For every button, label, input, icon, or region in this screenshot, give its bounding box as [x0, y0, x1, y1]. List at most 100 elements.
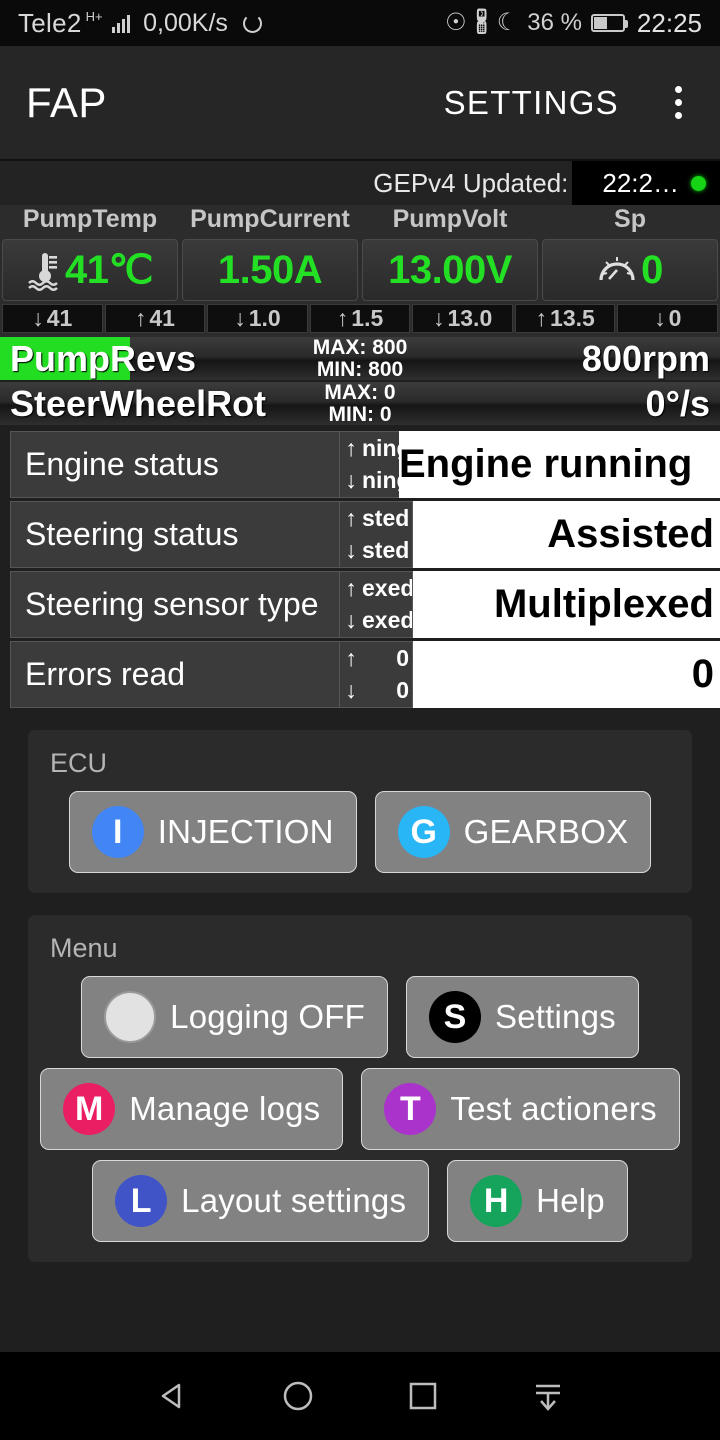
status-bar-right: ☉ 🖁 ☾ 36 % 22:25 — [445, 8, 702, 39]
bar-min-value: MIN: 800 — [316, 357, 404, 380]
settings-button[interactable]: S Settings — [405, 976, 639, 1058]
hide-navbar-icon[interactable] — [528, 1376, 568, 1416]
injection-button[interactable]: I INJECTION — [68, 791, 357, 873]
down-arrow-icon: ↓ — [654, 305, 666, 331]
network-speed-label: 0,00K/s — [143, 8, 228, 37]
gauge-min: ↓ 0 — [617, 304, 719, 333]
test-actioners-label: Test actioners — [450, 1090, 657, 1127]
menu-button-row-3: L Layout settings H Help — [44, 1160, 676, 1242]
menu-button-row-1: Logging OFF S Settings — [44, 976, 676, 1058]
gauge-cell-pumpvolt[interactable]: 13.00V — [362, 239, 538, 301]
connection-status-led-icon — [691, 175, 706, 191]
status-bar: Tele2 H+ 0,00K/s ☉ 🖁 ☾ 36 % 22:25 — [0, 0, 720, 46]
status-label: Steering status — [10, 501, 340, 568]
android-nav-bar — [0, 1352, 720, 1440]
status-minmax: ↑ sted ↓ sted — [340, 501, 413, 568]
recents-icon[interactable] — [403, 1376, 443, 1416]
signal-strength-icon — [111, 13, 131, 33]
layout-settings-button[interactable]: L Layout settings — [92, 1160, 430, 1242]
status-table: Engine status ↑ ning ↓ ning Engine running… — [0, 427, 720, 708]
up-arrow-icon: ↑ — [345, 574, 357, 601]
layout-settings-label: Layout settings — [181, 1182, 407, 1219]
status-min-value: exed — [362, 607, 413, 634]
home-icon[interactable] — [278, 1376, 318, 1416]
bar-label: SteerWheelRot — [10, 382, 267, 424]
gauge-value: 0 — [641, 247, 663, 292]
status-label: Steering sensor type — [10, 571, 340, 638]
page-title: FAP — [26, 78, 107, 126]
up-arrow-icon: ↑ — [345, 504, 357, 531]
help-button[interactable]: H Help — [447, 1160, 628, 1242]
clock-label: 22:25 — [636, 7, 702, 38]
gauge-value: 41℃ — [65, 248, 153, 292]
down-arrow-icon: ↓ — [345, 537, 357, 564]
gauge-max-value: 13.5 — [550, 305, 595, 331]
manage-logs-badge-icon: M — [63, 1083, 116, 1135]
gauge-name: PumpVolt — [392, 205, 508, 233]
gauge-value: 1.50A — [217, 247, 323, 292]
updated-label: GEPv4 Updated: — [373, 167, 569, 198]
status-max-value: exed — [362, 574, 413, 601]
status-bar-left: Tele2 H+ 0,00K/s — [18, 8, 262, 39]
bar-rows: PumpRevs MAX: 800 MIN: 800 800rpm SteerW… — [0, 337, 720, 425]
table-row[interactable]: Steering status ↑ sted ↓ sted Assisted — [0, 501, 720, 568]
up-arrow-icon: ↑ — [345, 434, 357, 461]
bar-row-pumprevs[interactable]: PumpRevs MAX: 800 MIN: 800 800rpm — [0, 337, 720, 380]
layout-settings-badge-icon: L — [115, 1175, 168, 1227]
gauge-cell-pumptemp[interactable]: 41℃ — [2, 239, 178, 301]
settings-action-button[interactable]: SETTINGS — [444, 84, 619, 122]
phone-screen: Tele2 H+ 0,00K/s ☉ 🖁 ☾ 36 % 22:25 FAP SE… — [0, 0, 720, 1440]
bar-row-steerwheelrot[interactable]: SteerWheelRot MAX: 0 MIN: 0 0°/s — [0, 382, 720, 425]
status-value: Engine running — [399, 431, 720, 498]
gauge-min: ↓ 41 — [2, 304, 103, 333]
table-row[interactable]: Errors read ↑ 0 ↓ 0 0 — [0, 641, 720, 708]
gauge-cell-speed[interactable]: 0 — [542, 239, 718, 301]
table-row[interactable]: Engine status ↑ ning ↓ ning Engine running — [0, 431, 720, 498]
gauge-name: PumpCurrent — [190, 205, 350, 233]
back-icon[interactable] — [153, 1376, 193, 1416]
gearbox-button[interactable]: G GEARBOX — [374, 791, 652, 873]
network-type-label: H+ — [85, 8, 103, 24]
up-arrow-icon: ↑ — [336, 305, 349, 331]
gauge-max: ↑ 1.5 — [309, 304, 411, 333]
test-actioners-button[interactable]: T Test actioners — [361, 1068, 680, 1150]
bar-max-value: MAX: 800 — [312, 337, 408, 360]
status-max-value: 0 — [396, 644, 409, 671]
logging-toggle-button[interactable]: Logging OFF — [81, 976, 388, 1058]
updated-strip: GEPv4 Updated: 22:2… — [0, 161, 720, 205]
updated-time-value: 22:2… — [602, 167, 679, 198]
gearbox-badge-icon: G — [397, 806, 450, 858]
bar-value: 800rpm — [581, 337, 710, 379]
gauge-min: ↓ 1.0 — [207, 304, 308, 333]
status-value: Multiplexed — [413, 571, 720, 638]
gauge-cell-pumpcurrent[interactable]: 1.50A — [182, 239, 358, 301]
down-arrow-icon: ↓ — [432, 305, 445, 331]
gauge-min-value: 41 — [46, 305, 73, 331]
gearbox-button-label: GEARBOX — [463, 813, 629, 850]
up-arrow-icon: ↑ — [134, 305, 147, 331]
gauge-min-value: 0 — [668, 305, 682, 331]
status-value: 0 — [413, 641, 720, 708]
status-min-value: sted — [362, 537, 410, 564]
updated-value-box: 22:2… — [572, 161, 720, 205]
table-row[interactable]: Steering sensor type ↑ exed ↓ exed Multipl… — [0, 571, 720, 638]
injection-button-label: INJECTION — [157, 813, 334, 850]
overflow-menu-icon[interactable] — [663, 76, 694, 129]
battery-icon — [590, 14, 628, 32]
gauge-min: ↓ 13.0 — [412, 304, 513, 333]
bar-min-value: MIN: 0 — [328, 402, 392, 425]
speedometer-icon — [599, 257, 635, 281]
menu-panel: Menu Logging OFF S Settings M Manage log… — [28, 915, 692, 1262]
up-arrow-icon: ↑ — [535, 305, 548, 331]
menu-panel-title: Menu — [50, 933, 118, 963]
help-badge-icon: H — [470, 1175, 523, 1227]
gauge-max: ↑ 13.5 — [514, 304, 616, 333]
gauge-min-value: 13.0 — [447, 305, 493, 331]
bar-value: 0°/s — [645, 382, 710, 424]
manage-logs-button[interactable]: M Manage logs — [40, 1068, 344, 1150]
down-arrow-icon: ↓ — [234, 305, 246, 331]
test-actioners-badge-icon: T — [384, 1083, 437, 1135]
settings-badge-icon: S — [428, 991, 481, 1043]
gauge-minmax-row: ↓ 41 ↑ 41 ↓ 1.0 ↑ 1.5 ↓ 13.0 ↑ 13.5 ↓ 0 — [0, 301, 720, 337]
coolant-temp-icon — [28, 253, 58, 291]
